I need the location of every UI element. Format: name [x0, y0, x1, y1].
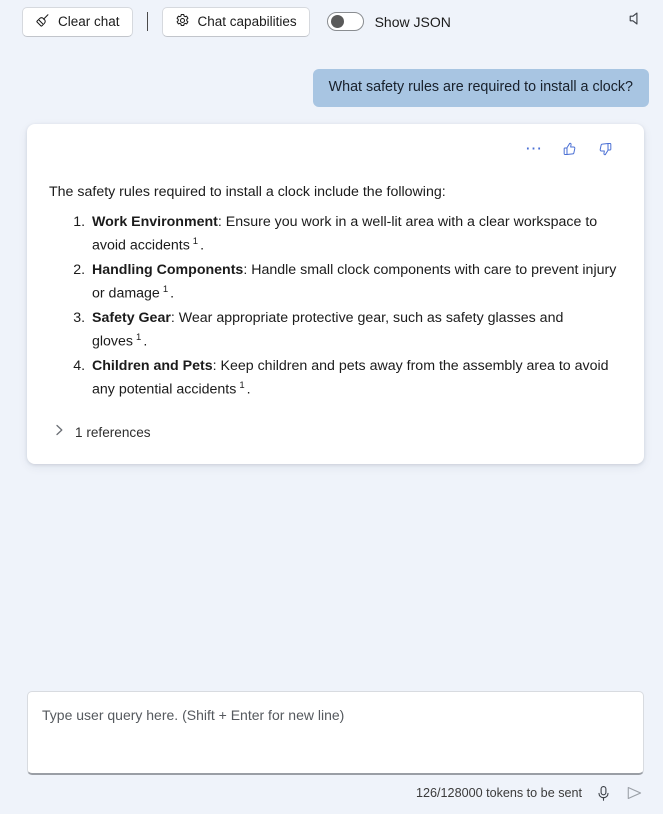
assistant-response-card: ⋯ The safety rules required to install a… [27, 123, 644, 465]
references-label: 1 references [75, 425, 151, 441]
list-item: Children and Pets: Keep children and pet… [89, 355, 622, 402]
speaker-mute-button[interactable] [620, 6, 650, 36]
list-item-tail: . [143, 333, 148, 350]
thumbs-up-icon[interactable] [562, 139, 578, 159]
chevron-right-icon [54, 423, 65, 442]
references-expander[interactable]: 1 references [54, 423, 151, 442]
list-item-term: Children and Pets [92, 357, 213, 374]
ellipsis-icon[interactable]: ⋯ [525, 139, 543, 159]
list-item-tail: . [200, 238, 205, 255]
composer-footer: 126/128000 tokens to be sent [416, 783, 644, 803]
citation-marker[interactable]: 1 [136, 332, 141, 343]
list-item: Work Environment: Ensure you work in a w… [89, 211, 622, 258]
microphone-icon[interactable] [593, 783, 613, 803]
toggle-knob [330, 15, 344, 28]
gear-icon [175, 13, 190, 31]
show-json-toggle[interactable] [326, 12, 364, 31]
token-count-label: 126/128000 tokens to be sent [416, 786, 582, 800]
list-item-tail: . [246, 381, 251, 398]
user-message-bubble: What safety rules are required to instal… [312, 69, 649, 107]
answer-list: Work Environment: Ensure you work in a w… [49, 211, 622, 401]
list-item: Handling Components: Handle small clock … [89, 259, 622, 306]
list-item-term: Work Environment [92, 214, 218, 231]
clear-chat-label: Clear chat [58, 14, 120, 29]
clear-chat-button[interactable]: Clear chat [22, 6, 133, 37]
citation-marker[interactable]: 1 [163, 284, 168, 295]
message-input[interactable] [28, 692, 643, 773]
broom-icon [35, 13, 50, 31]
speaker-mute-icon [627, 10, 644, 32]
list-item: Safety Gear: Wear appropriate protective… [89, 307, 622, 354]
chat-capabilities-button[interactable]: Chat capabilities [161, 6, 310, 37]
answer-intro-text: The safety rules required to install a c… [49, 183, 446, 200]
send-icon[interactable] [624, 783, 644, 803]
list-item-tail: . [170, 285, 175, 302]
show-json-toggle-group: Show JSON [326, 12, 451, 31]
user-message-row: What safety rules are required to instal… [0, 43, 663, 107]
citation-marker[interactable]: 1 [239, 380, 244, 391]
message-composer[interactable] [27, 691, 644, 775]
toolbar-divider [146, 12, 148, 31]
chat-scroll-area: What safety rules are required to instal… [0, 43, 663, 678]
thumbs-down-icon[interactable] [597, 139, 613, 159]
list-item-term: Safety Gear [92, 309, 171, 326]
chat-capabilities-label: Chat capabilities [197, 14, 297, 29]
show-json-label: Show JSON [374, 13, 451, 30]
list-item-term: Handling Components [92, 262, 244, 279]
citation-marker[interactable]: 1 [193, 236, 198, 247]
response-actions: ⋯ [49, 136, 622, 162]
top-toolbar: Clear chat Chat capabilities Show JSON [0, 0, 663, 43]
